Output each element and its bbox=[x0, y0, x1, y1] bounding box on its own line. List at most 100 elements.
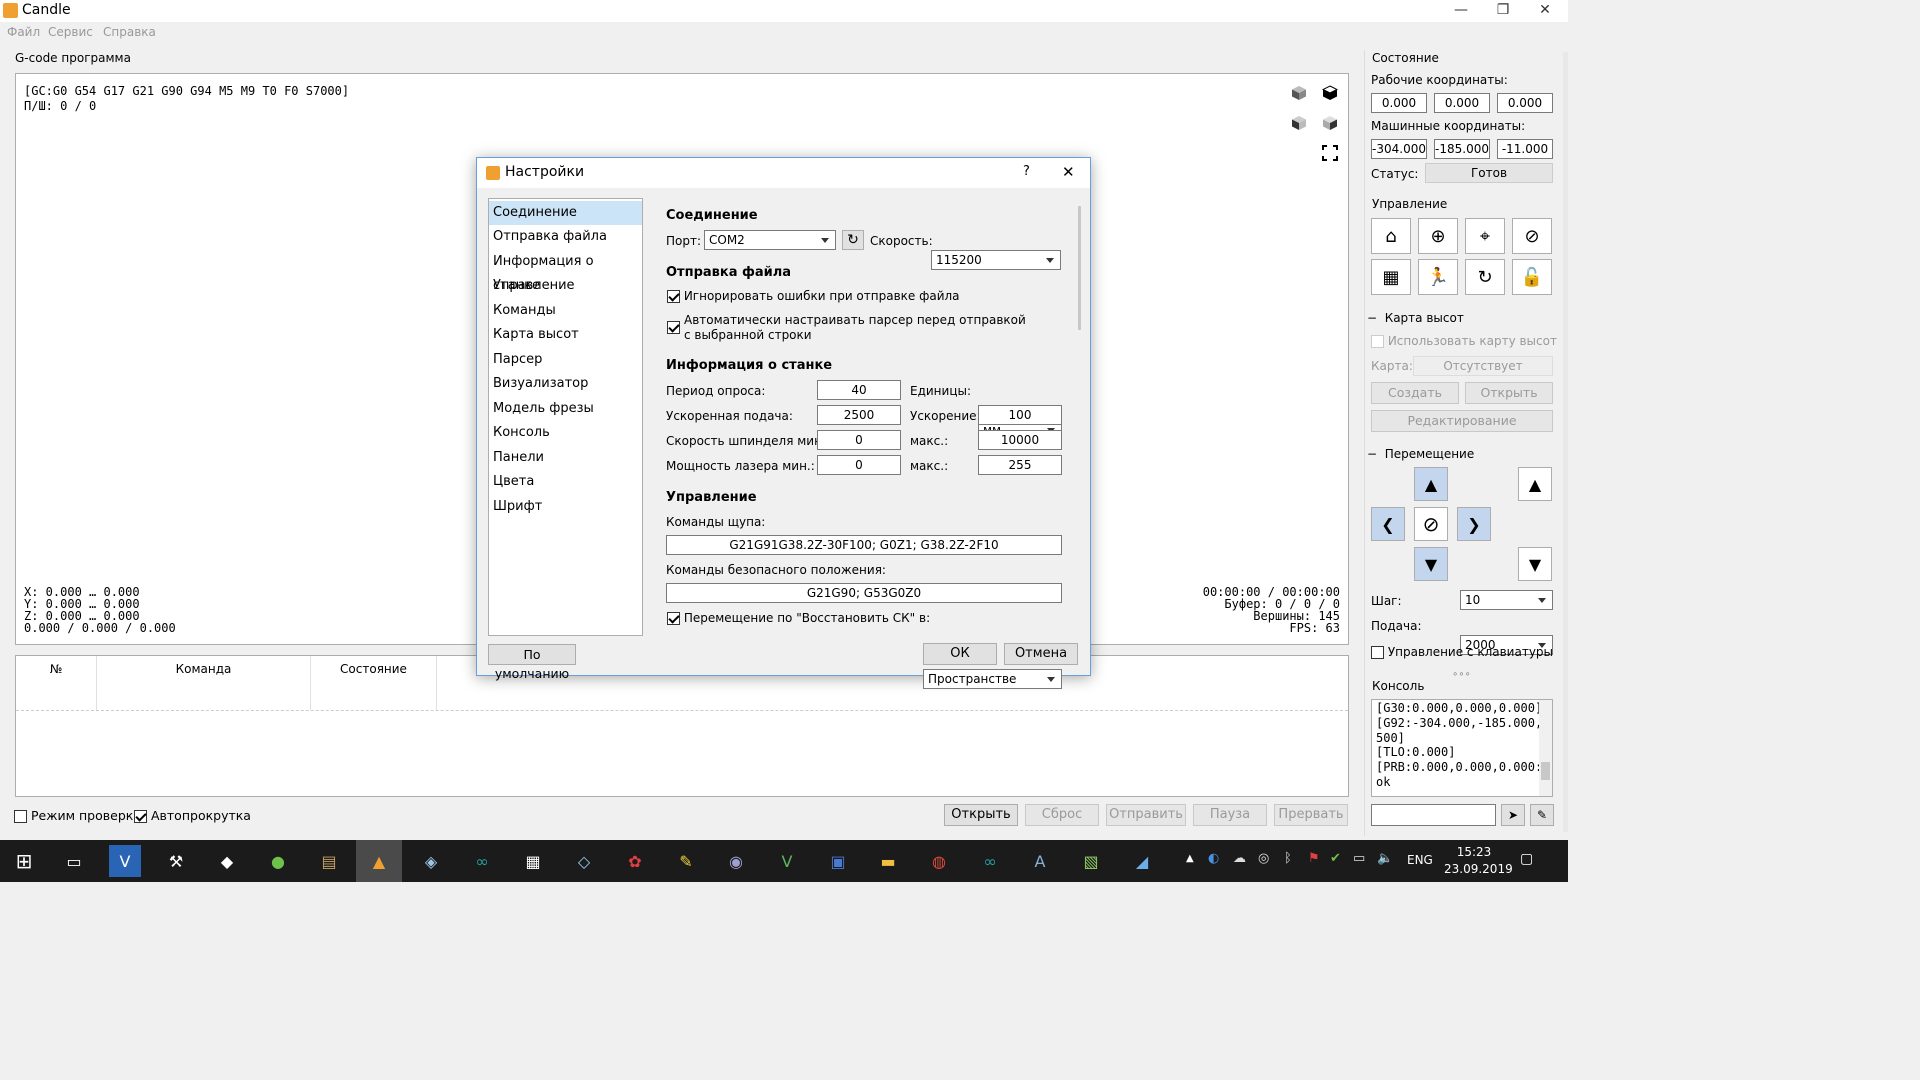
auto-parser-checkbox[interactable] bbox=[667, 320, 680, 334]
console-scrollbar[interactable] bbox=[1539, 700, 1552, 796]
app-arduino2-icon[interactable]: ∞ bbox=[974, 845, 1006, 877]
check-mode-box[interactable] bbox=[14, 810, 27, 823]
ok-button[interactable]: ОК bbox=[923, 643, 997, 665]
safe-position-icon[interactable]: 🏃 bbox=[1418, 259, 1458, 295]
safe-commands-input[interactable]: G21G90; G53G0Z0 bbox=[666, 583, 1062, 603]
nav-font[interactable]: Шрифт bbox=[489, 495, 642, 519]
nav-file-sending[interactable]: Отправка файла bbox=[489, 225, 642, 249]
tray-expand-icon[interactable]: ▲ bbox=[1186, 853, 1194, 864]
rapid-input[interactable]: 2500 bbox=[817, 405, 901, 425]
app-vc-icon[interactable]: V bbox=[109, 845, 141, 877]
app-inkscape-icon[interactable]: ✎ bbox=[670, 845, 702, 877]
reset-icon[interactable]: ↻ bbox=[1465, 259, 1505, 295]
maximize-button[interactable]: ❐ bbox=[1482, 0, 1524, 22]
accel-input[interactable]: 100 bbox=[978, 405, 1062, 425]
minimize-button[interactable]: — bbox=[1440, 0, 1482, 22]
column-state[interactable]: Состояние bbox=[311, 656, 437, 710]
open-file-button[interactable]: Открыть bbox=[944, 804, 1018, 826]
nav-heightmap[interactable]: Карта высот bbox=[489, 323, 642, 347]
settings-scrollbar[interactable] bbox=[1078, 206, 1081, 330]
cancel-button[interactable]: Отмена bbox=[1004, 643, 1078, 665]
port-select[interactable]: COM2 bbox=[704, 230, 836, 250]
clear-console-icon[interactable]: ✎ bbox=[1530, 804, 1554, 826]
nav-console[interactable]: Консоль bbox=[489, 421, 642, 445]
app-pcb-icon[interactable]: ▤ bbox=[313, 845, 345, 877]
nav-machine-info[interactable]: Информация о станке bbox=[489, 250, 642, 293]
program-table[interactable]: № Команда Состояние bbox=[15, 655, 1349, 797]
unlock-icon[interactable]: 🔓 bbox=[1512, 259, 1552, 295]
home-icon[interactable]: ⌂ bbox=[1371, 218, 1411, 254]
nav-tool-model[interactable]: Модель фрезы bbox=[489, 397, 642, 421]
app-cube-icon[interactable]: ◈ bbox=[415, 845, 447, 877]
tray-gamepad-icon[interactable]: ◎ bbox=[1258, 851, 1269, 866]
use-heightmap-checkbox[interactable]: Использовать карту высот bbox=[1371, 334, 1557, 348]
app-arduino-icon[interactable]: ∞ bbox=[466, 845, 498, 877]
spindle-min-input[interactable]: 0 bbox=[817, 430, 901, 450]
right-panel-scrollbar[interactable] bbox=[1563, 52, 1568, 832]
autoscroll-box[interactable] bbox=[134, 810, 147, 823]
task-view-icon[interactable]: ▭ bbox=[58, 845, 90, 877]
tray-bluetooth-icon[interactable]: ᛒ bbox=[1284, 851, 1292, 866]
send-command-icon[interactable]: ➤ bbox=[1501, 804, 1525, 826]
nav-colors[interactable]: Цвета bbox=[489, 470, 642, 494]
restore-mode-select[interactable]: Пространстве bbox=[923, 669, 1062, 689]
app-image-icon[interactable]: ▧ bbox=[1075, 845, 1107, 877]
app-notepad-icon[interactable]: ▦ bbox=[517, 845, 549, 877]
create-heightmap-button[interactable]: Создать bbox=[1371, 382, 1459, 404]
autoscroll-checkbox[interactable]: Автопрокрутка bbox=[134, 808, 251, 823]
jog-z-down-icon[interactable]: ▼ bbox=[1518, 547, 1552, 581]
tray-volume-icon[interactable]: 🔈 bbox=[1377, 851, 1393, 866]
laser-min-input[interactable]: 0 bbox=[817, 455, 901, 475]
nav-parser[interactable]: Парсер bbox=[489, 348, 642, 372]
console-command-input[interactable] bbox=[1371, 804, 1496, 826]
jog-right-icon[interactable]: ❯ bbox=[1457, 507, 1491, 541]
defaults-button[interactable]: По умолчанию bbox=[488, 644, 576, 681]
view-left-icon[interactable] bbox=[1317, 110, 1343, 136]
ignore-errors-checkbox[interactable]: Игнорировать ошибки при отправке файла bbox=[667, 289, 960, 303]
fit-view-icon[interactable] bbox=[1317, 140, 1343, 166]
keyboard-control-checkbox[interactable]: Управление с клавиатуры bbox=[1371, 645, 1553, 659]
dialog-close-button[interactable]: ✕ bbox=[1062, 163, 1075, 181]
jog-down-icon[interactable]: ▼ bbox=[1414, 547, 1448, 581]
jog-up-icon[interactable]: ▲ bbox=[1414, 467, 1448, 501]
app-a-icon[interactable]: A bbox=[1024, 845, 1056, 877]
notifications-icon[interactable]: ▢ bbox=[1520, 851, 1533, 867]
app-3d-icon[interactable]: ◇ bbox=[568, 845, 600, 877]
spindle-max-input[interactable]: 10000 bbox=[978, 430, 1062, 450]
app-eclipse-icon[interactable]: ◉ bbox=[720, 845, 752, 877]
dialog-help-button[interactable]: ? bbox=[1023, 164, 1030, 179]
poll-input[interactable]: 40 bbox=[817, 380, 901, 400]
windows-start-icon[interactable]: ⊞ bbox=[8, 845, 40, 877]
ignore-errors-box[interactable] bbox=[667, 290, 680, 303]
edit-heightmap-button[interactable]: Редактирование bbox=[1371, 410, 1553, 432]
tray-date[interactable]: 23.09.2019 bbox=[1444, 862, 1513, 876]
nav-control[interactable]: Управление bbox=[489, 274, 642, 298]
close-window-button[interactable]: ✕ bbox=[1524, 0, 1566, 22]
zero-z-probe-icon[interactable]: ⊕ bbox=[1418, 218, 1458, 254]
auto-parser-box[interactable] bbox=[667, 321, 680, 334]
tray-green-icon[interactable]: ✔ bbox=[1330, 851, 1341, 866]
app-save-icon[interactable]: ▣ bbox=[822, 845, 854, 877]
tray-time[interactable]: 15:23 bbox=[1444, 845, 1504, 859]
nav-panels[interactable]: Панели bbox=[489, 446, 642, 470]
check-mode-checkbox[interactable]: Режим проверки bbox=[14, 808, 141, 823]
use-heightmap-box[interactable] bbox=[1371, 335, 1384, 348]
abort-button[interactable]: Прервать bbox=[1274, 804, 1348, 826]
reset-button[interactable]: Сброс bbox=[1025, 804, 1099, 826]
app-green-icon[interactable]: ● bbox=[262, 845, 294, 877]
speed-select[interactable]: 115200 bbox=[931, 250, 1061, 270]
laser-max-input[interactable]: 255 bbox=[978, 455, 1062, 475]
tray-cloud-icon[interactable]: ☁ bbox=[1233, 851, 1246, 866]
splitter-handle[interactable]: ∘∘∘ bbox=[1452, 669, 1471, 680]
nav-visualizer[interactable]: Визуализатор bbox=[489, 372, 642, 396]
app-vectric-icon[interactable]: V bbox=[771, 845, 803, 877]
view-front-icon[interactable] bbox=[1286, 110, 1312, 136]
console-output[interactable]: [G30:0.000,0.000,0.000] [G92:-304.000,-1… bbox=[1371, 699, 1553, 797]
menu-file[interactable]: Файл bbox=[7, 25, 40, 39]
column-command[interactable]: Команда bbox=[97, 656, 311, 710]
restore-move-box[interactable] bbox=[667, 612, 680, 625]
probe-commands-input[interactable]: G21G91G38.2Z-30F100; G0Z1; G38.2Z-2F10 bbox=[666, 535, 1062, 555]
menu-help[interactable]: Справка bbox=[103, 25, 156, 39]
chrome-icon[interactable]: ◍ bbox=[923, 845, 955, 877]
menu-service[interactable]: Сервис bbox=[48, 25, 93, 39]
